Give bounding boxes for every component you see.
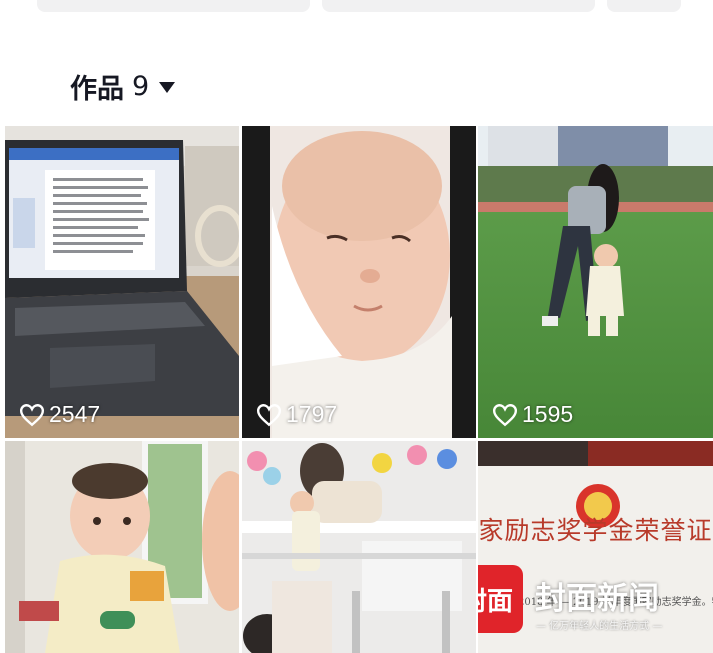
watermark-subtitle: — 亿万年轻人的生活方式 —	[536, 621, 663, 632]
video-tile-baby-closeup[interactable]	[5, 441, 239, 653]
video-tile-dorm-room[interactable]	[242, 441, 476, 653]
top-tab-pill[interactable]	[607, 0, 681, 12]
like-count-value: 1595	[522, 401, 574, 427]
works-count: 9	[132, 70, 150, 102]
like-count-value: 2547	[49, 401, 101, 427]
like-count: 1797	[256, 401, 337, 428]
certificate-title: 家励志奖学金荣誉证	[478, 516, 713, 545]
top-tab-pill[interactable]	[322, 0, 595, 12]
newborn-thumbnail	[242, 126, 476, 438]
heart-icon	[19, 403, 45, 426]
dorm-room-thumbnail	[242, 441, 476, 653]
works-label: 作品	[70, 73, 124, 105]
like-count-value: 1797	[286, 401, 338, 427]
watermark-text: 封面新闻	[535, 581, 659, 617]
caret-down-icon[interactable]	[159, 81, 176, 93]
like-count: 2547	[19, 401, 100, 428]
heart-icon	[256, 403, 282, 426]
walking-thumbnail	[478, 126, 713, 438]
video-tile-walking[interactable]: 1595	[478, 126, 713, 438]
watermark-logo: 封面	[478, 565, 523, 633]
works-header[interactable]: 作品 9	[70, 68, 176, 105]
video-tile-newborn[interactable]: 1797	[242, 126, 476, 438]
video-tile-certificate[interactable]: 家励志奖学金荣誉证 2018 年 — 2019 学年度国家励志奖学金。特 封面 …	[478, 441, 713, 653]
laptop-thumbnail	[5, 126, 239, 438]
like-count: 1595	[492, 401, 573, 428]
baby-closeup-thumbnail	[5, 441, 239, 653]
video-tile-laptop[interactable]: 2547	[5, 126, 239, 438]
top-tab-pill[interactable]	[37, 0, 310, 12]
heart-icon	[492, 403, 518, 426]
